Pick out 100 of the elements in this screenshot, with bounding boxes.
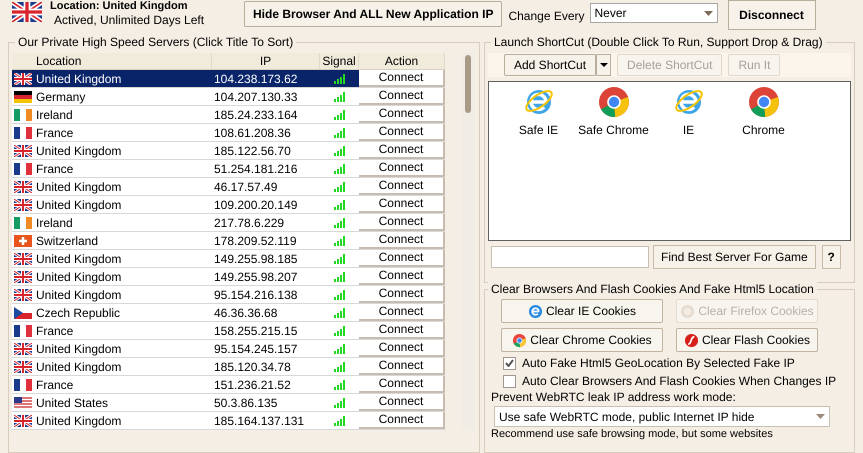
signal-icon	[334, 74, 346, 84]
flag-icon	[14, 234, 32, 246]
ip-cell-text: 46.17.57.49	[213, 178, 278, 194]
scrollbar[interactable]	[462, 53, 474, 430]
location-cell: United Kingdom	[36, 250, 122, 266]
column-header[interactable]: Location	[12, 53, 212, 69]
ip-cell-text: 104.207.130.33	[213, 88, 298, 104]
connect-button[interactable]: Connect	[359, 376, 445, 393]
signal-icon	[334, 326, 346, 336]
flag-icon	[14, 378, 32, 390]
column-header[interactable]: Action	[359, 53, 445, 69]
flag-icon	[14, 90, 32, 102]
shortcut-item[interactable]: IE	[653, 86, 724, 138]
chrome-icon	[512, 332, 528, 348]
column-header[interactable]: IP	[212, 53, 320, 69]
signal-icon	[334, 200, 346, 210]
flag-icon	[14, 324, 32, 336]
connect-button[interactable]: Connect	[359, 340, 445, 357]
ip-cell-text: 95.154.216.138	[213, 286, 298, 302]
ip-cell-text: 149.255.98.185	[213, 250, 298, 266]
connect-button[interactable]: Connect	[359, 304, 445, 321]
flash-icon	[684, 332, 699, 348]
connect-button[interactable]: Connect	[359, 196, 445, 213]
connect-button[interactable]: Connect	[359, 124, 445, 141]
ip-cell-text: 149.255.98.207	[213, 268, 298, 284]
flag-icon	[14, 126, 32, 138]
connect-button[interactable]: Connect	[359, 106, 445, 123]
location-cell: Czech Republic	[36, 304, 120, 320]
shortcut-item[interactable]: Safe Chrome	[578, 86, 649, 138]
caret-icon	[600, 63, 608, 67]
checkbox[interactable]	[503, 374, 516, 388]
shortcut-item[interactable]: Chrome	[728, 86, 799, 138]
connect-button[interactable]: Connect	[359, 250, 445, 267]
connect-button[interactable]: Connect	[359, 142, 445, 159]
connect-button[interactable]: Connect	[359, 358, 445, 375]
ip-cell-text: 109.200.20.149	[213, 196, 298, 212]
find-server-button[interactable]: Find Best Server For Game	[653, 245, 816, 269]
clear-cookies-button[interactable]: Clear Flash Cookies	[676, 328, 818, 352]
checkbox-label: Auto Clear Browsers And Flash Cookies When Changes IP	[522, 373, 836, 390]
table-row-highlight[interactable]: United Kingdom 104.238.173.62	[12, 70, 359, 87]
connect-button[interactable]: Connect	[359, 160, 445, 177]
flag-icon	[14, 342, 32, 354]
column-header[interactable]: Signal	[320, 53, 359, 69]
connect-button[interactable]: Connect	[359, 394, 445, 411]
connect-button[interactable]: Connect	[359, 214, 445, 231]
webrtc-label: Prevent WebRTC leak IP address work mode:	[490, 390, 737, 405]
location-cell: France	[36, 124, 74, 140]
signal-icon	[334, 380, 346, 390]
flag-icon	[14, 198, 32, 210]
connect-button[interactable]: Connect	[359, 286, 445, 303]
flag-icon	[14, 270, 32, 282]
flag-icon	[14, 144, 32, 156]
disconnect-button[interactable]: Disconnect	[728, 0, 816, 30]
location-label: Location: United Kingdom	[50, 0, 188, 13]
location-cell: Germany	[36, 88, 86, 104]
ip-cell-text: 217.78.6.229	[213, 214, 286, 230]
flag-icon	[14, 360, 32, 372]
connect-button[interactable]: Connect	[359, 70, 445, 87]
hide-ip-button[interactable]: Hide Browser And ALL New Application IP	[244, 1, 502, 27]
signal-icon	[334, 164, 346, 174]
connect-button[interactable]: Connect	[359, 88, 445, 105]
toolbar-button[interactable]: Add ShortCut	[504, 54, 596, 76]
signal-icon	[334, 254, 346, 264]
webrtc-mode-dropdown[interactable]: Use safe WebRTC mode, public Internet IP hide	[494, 406, 830, 427]
signal-icon	[334, 362, 346, 372]
signal-icon	[334, 290, 346, 300]
signal-icon	[334, 344, 346, 354]
flag-icon	[14, 306, 32, 318]
browser-e-icon	[528, 304, 543, 318]
dropdown-button[interactable]	[596, 54, 612, 76]
connect-button[interactable]: Connect	[359, 178, 445, 195]
clear-cookies-button[interactable]: Clear Chrome Cookies	[501, 328, 663, 352]
flag-icon	[14, 396, 32, 408]
chrome-icon	[748, 86, 780, 118]
ip-cell-text: 95.154.245.157	[213, 340, 298, 356]
connect-button[interactable]: Connect	[359, 322, 445, 339]
signal-icon	[334, 398, 346, 408]
flag-icon	[14, 72, 32, 84]
help-button[interactable]: ?	[822, 245, 841, 269]
connect-button[interactable]: Connect	[359, 268, 445, 285]
shortcut-item[interactable]: Safe IE	[503, 86, 574, 138]
location-cell: Switzerland	[36, 232, 98, 248]
ip-cell-text: 185.164.137.131	[213, 412, 306, 428]
signal-icon	[334, 416, 346, 426]
ip-cell-text: 104.238.173.62	[213, 70, 298, 86]
checkmark-icon	[505, 359, 514, 367]
flag-icon	[14, 216, 32, 228]
game-search-field[interactable]	[491, 246, 649, 268]
checkbox[interactable]	[503, 356, 516, 370]
flag-icon	[14, 162, 32, 174]
location-cell: United States	[36, 394, 108, 410]
chrome-icon	[598, 86, 630, 118]
signal-icon	[334, 218, 346, 228]
ip-cell-text: 51.254.181.216	[213, 160, 298, 176]
ip-cell-text: 46.36.36.68	[213, 304, 278, 320]
change-every-dropdown[interactable]: Never	[590, 3, 718, 23]
location-cell: United Kingdom	[36, 358, 122, 374]
connect-button[interactable]: Connect	[359, 412, 445, 429]
clear-cookies-button[interactable]: Clear IE Cookies	[501, 299, 663, 323]
connect-button[interactable]: Connect	[359, 232, 445, 249]
